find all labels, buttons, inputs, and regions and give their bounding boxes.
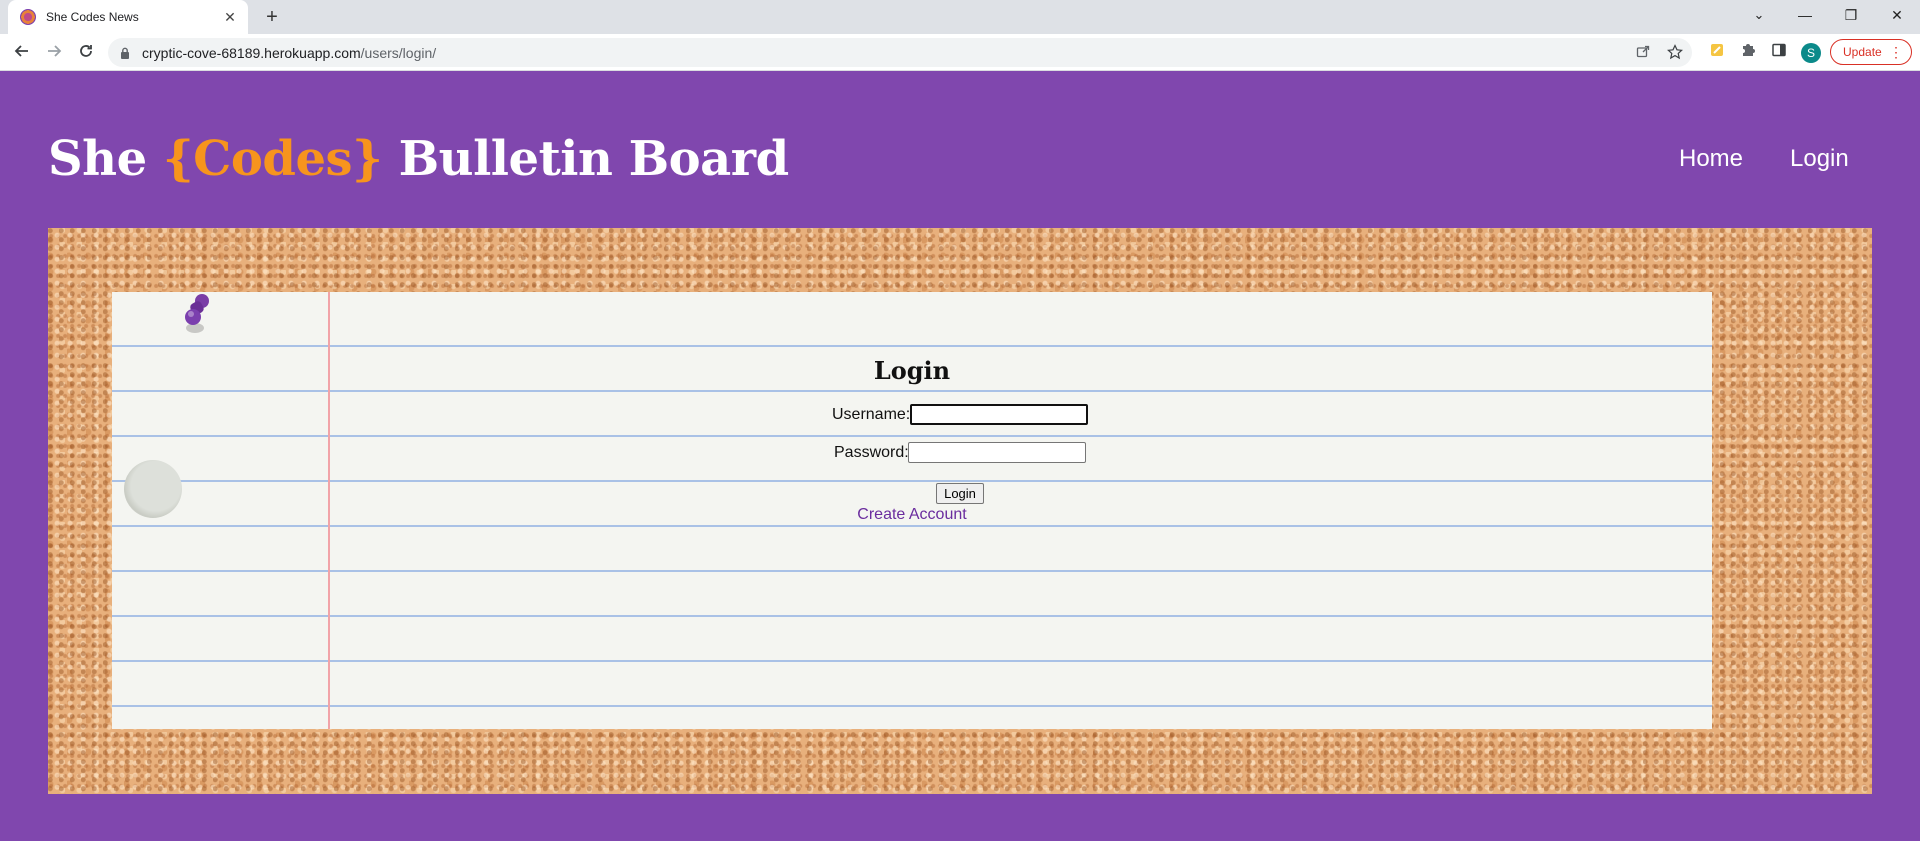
share-icon[interactable] [1634,44,1652,62]
tab-search-icon[interactable]: ⌄ [1736,0,1782,30]
login-submit-button[interactable]: Login [936,483,984,504]
lock-icon[interactable] [118,46,132,60]
profile-avatar[interactable]: S [1801,43,1821,63]
nav-home-link[interactable]: Home [1679,145,1743,173]
tab-strip: She Codes News ✕ + ⌄ — ❐ ✕ [0,0,1920,34]
brand-suffix: Bulletin Board [382,131,790,187]
reload-icon[interactable] [72,39,100,67]
username-input[interactable] [910,404,1088,425]
password-label: Password: [834,444,909,461]
site-favicon-icon [20,9,36,25]
back-icon[interactable] [8,39,36,67]
extension-pencil-icon[interactable] [1706,42,1728,64]
url-text: cryptic-cove-68189.herokuapp.com/users/l… [142,45,436,61]
close-window-button[interactable]: ✕ [1874,0,1920,30]
login-form: Login Username: Password: Login Create A… [112,292,1712,729]
password-row: Password: [834,442,1086,463]
url-host: cryptic-cove-68189.herokuapp.com [142,44,361,61]
restore-button[interactable]: ❐ [1828,0,1874,30]
update-label: Update [1843,45,1882,59]
lined-paper-card: Login Username: Password: Login Create A… [112,292,1712,729]
login-title: Login [873,356,951,385]
address-bar[interactable]: cryptic-cove-68189.herokuapp.com/users/l… [108,38,1692,67]
username-row: Username: [832,404,1088,425]
more-vert-icon[interactable]: ⋮ [1889,43,1903,61]
update-button[interactable]: Update ⋮ [1830,39,1912,65]
page-body: She {Codes} Bulletin Board Home Login Lo… [0,71,1920,841]
create-account-link[interactable]: Create Account [112,506,1712,524]
minimize-button[interactable]: — [1782,0,1828,30]
forward-icon[interactable] [40,39,68,67]
browser-toolbar: cryptic-cove-68189.herokuapp.com/users/l… [0,34,1920,71]
extensions-puzzle-icon[interactable] [1737,42,1759,64]
bookmark-star-icon[interactable] [1666,44,1684,62]
brand-accent: {Codes} [162,131,383,187]
side-panel-icon[interactable] [1768,42,1790,64]
corkboard-background: Login Username: Password: Login Create A… [48,228,1872,794]
browser-tab[interactable]: She Codes News ✕ [8,0,248,34]
new-tab-button[interactable]: + [258,4,286,30]
tab-close-icon[interactable]: ✕ [222,9,238,26]
brand-prefix: She [48,131,163,187]
nav-login-link[interactable]: Login [1790,145,1849,173]
tab-title: She Codes News [46,10,139,24]
url-path: /users/login/ [360,44,437,61]
site-brand[interactable]: She {Codes} Bulletin Board [48,131,789,187]
password-input[interactable] [908,442,1086,463]
username-label: Username: [832,406,911,423]
